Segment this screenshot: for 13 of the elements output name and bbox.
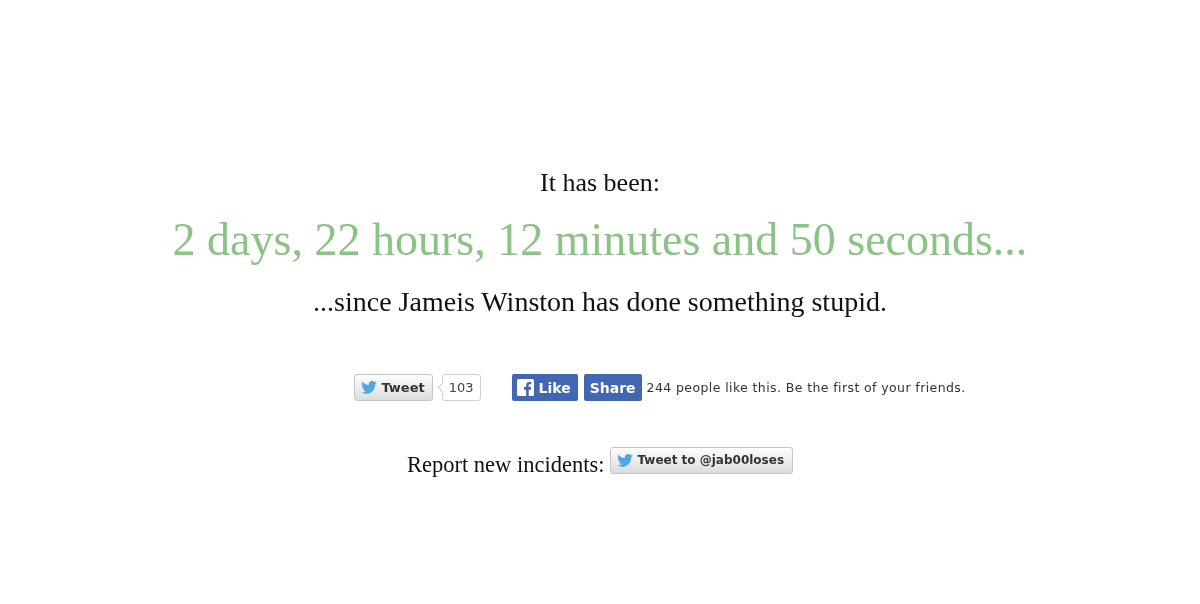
like-summary-text: 244 people like this. Be the first of your friends. — [646, 380, 966, 395]
tweet-to-button[interactable]: Tweet to @jab00loses — [610, 446, 794, 474]
report-label: Report new incidents: — [406, 452, 605, 478]
tweet-button[interactable]: Tweet — [354, 374, 433, 401]
like-button[interactable]: Like — [511, 374, 578, 401]
elapsed-time-text: 2 days, 22 hours, 12 minutes and 50 seconds... — [172, 214, 1028, 266]
facebook-icon — [516, 379, 534, 396]
tweet-count: 103 — [436, 374, 481, 401]
heading-text: It has been: — [540, 168, 660, 198]
bird-icon — [617, 453, 634, 467]
share-button[interactable]: Share — [583, 374, 642, 401]
bird-icon — [361, 381, 378, 394]
subtitle-text: ...since Jameis Winston has done something stupid. — [313, 285, 887, 319]
